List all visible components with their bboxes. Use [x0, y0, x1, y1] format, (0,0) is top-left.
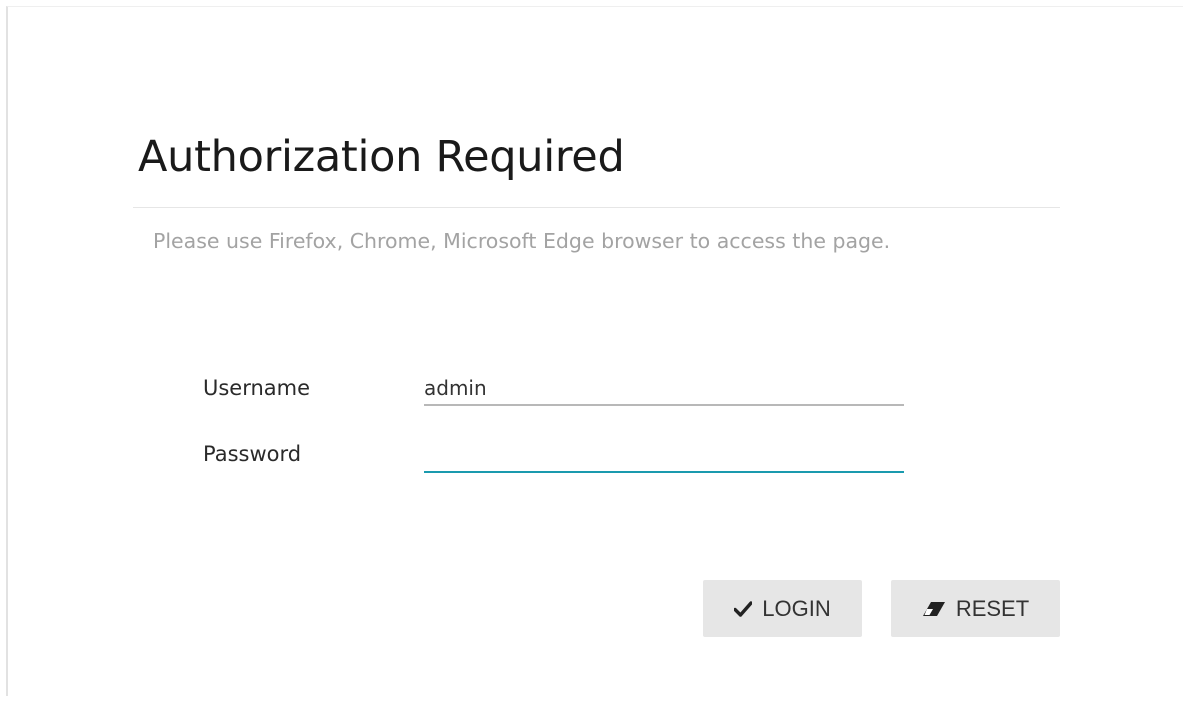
reset-button[interactable]: RESET	[891, 580, 1060, 637]
username-label: Username	[203, 376, 311, 400]
login-label: LOGIN	[762, 595, 831, 621]
check-icon	[734, 600, 753, 617]
eraser-icon	[922, 601, 946, 617]
username-field[interactable]	[424, 374, 904, 406]
password-field[interactable]	[424, 441, 904, 473]
title-divider	[133, 207, 1060, 208]
login-button[interactable]: LOGIN	[703, 580, 862, 637]
reset-label: RESET	[955, 595, 1030, 621]
password-label: Password	[203, 442, 302, 466]
browser-notice: Please use Firefox, Chrome, Microsoft Ed…	[153, 229, 891, 253]
page-title: Authorization Required	[138, 132, 625, 182]
